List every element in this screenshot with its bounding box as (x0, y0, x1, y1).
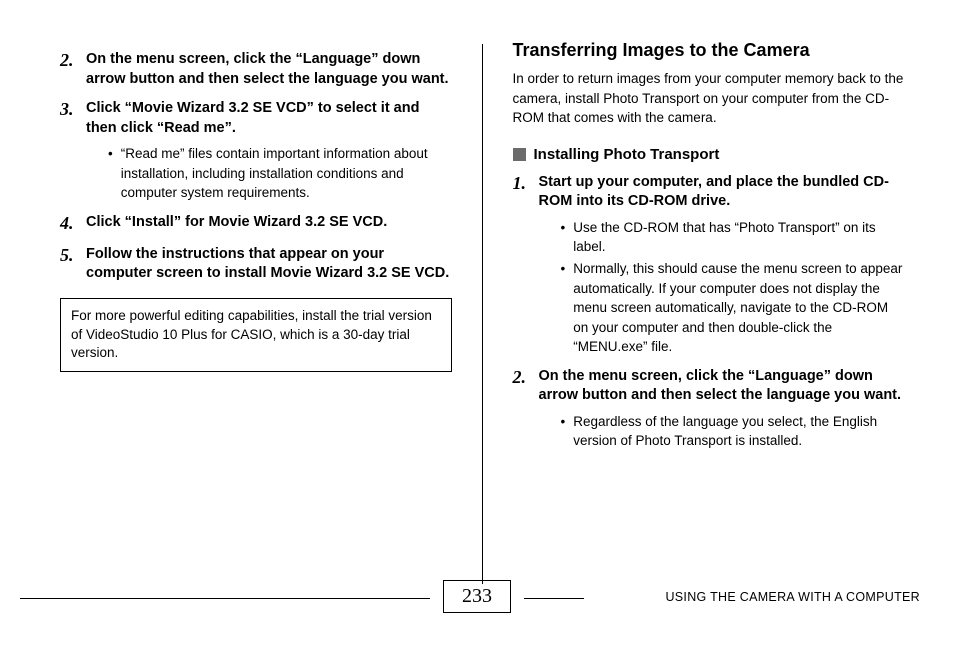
step-number: 3. (60, 99, 86, 138)
step-number: 2. (513, 367, 539, 406)
note-box: For more powerful editing capabilities, … (60, 298, 452, 373)
footer-section-label: USING THE CAMERA WITH A COMPUTER (665, 590, 920, 604)
step-item: 1. Start up your computer, and place the… (513, 173, 905, 212)
bullet-item: “Read me” files contain important inform… (108, 144, 452, 203)
bullet-list: Use the CD-ROM that has “Photo Transport… (561, 218, 905, 357)
step-number: 2. (60, 50, 86, 89)
step-item: 4. Click “Install” for Movie Wizard 3.2 … (60, 213, 452, 235)
step-text: Follow the instructions that appear on y… (86, 245, 452, 284)
page-footer: 233 USING THE CAMERA WITH A COMPUTER (0, 580, 954, 630)
bullet-text: Regardless of the language you select, t… (573, 412, 904, 451)
step-text: Click “Movie Wizard 3.2 SE VCD” to selec… (86, 99, 452, 138)
document-page: 2. On the menu screen, click the “Langua… (0, 0, 954, 646)
section-heading: Transferring Images to the Camera (513, 40, 905, 61)
intro-paragraph: In order to return images from your comp… (513, 69, 905, 128)
bullet-list: Regardless of the language you select, t… (561, 412, 905, 451)
step-text: On the menu screen, click the “Language”… (539, 367, 905, 406)
step-item: 5. Follow the instructions that appear o… (60, 245, 452, 284)
step-item: 2. On the menu screen, click the “Langua… (60, 50, 452, 89)
step-item: 3. Click “Movie Wizard 3.2 SE VCD” to se… (60, 99, 452, 138)
bullet-text: “Read me” files contain important inform… (121, 144, 452, 203)
step-number: 4. (60, 213, 86, 235)
subsection-heading: Installing Photo Transport (513, 146, 905, 163)
step-number: 1. (513, 173, 539, 212)
step-number: 5. (60, 245, 86, 284)
bullet-text: Use the CD-ROM that has “Photo Transport… (573, 218, 904, 257)
bullet-item: Use the CD-ROM that has “Photo Transport… (561, 218, 905, 257)
step-item: 2. On the menu screen, click the “Langua… (513, 367, 905, 406)
page-number: 233 (443, 580, 511, 613)
bullet-text: Normally, this should cause the menu scr… (573, 259, 904, 357)
bullet-item: Regardless of the language you select, t… (561, 412, 905, 451)
step-text: On the menu screen, click the “Language”… (86, 50, 452, 89)
left-column: 2. On the menu screen, click the “Langua… (60, 40, 482, 560)
footer-rule (20, 598, 430, 599)
subsection-title: Installing Photo Transport (534, 146, 720, 163)
step-text: Start up your computer, and place the bu… (539, 173, 905, 212)
content-columns: 2. On the menu screen, click the “Langua… (0, 0, 954, 560)
square-bullet-icon (513, 148, 526, 161)
step-text: Click “Install” for Movie Wizard 3.2 SE … (86, 213, 387, 235)
footer-rule (524, 598, 584, 599)
bullet-item: Normally, this should cause the menu scr… (561, 259, 905, 357)
bullet-list: “Read me” files contain important inform… (108, 144, 452, 203)
right-column: Transferring Images to the Camera In ord… (483, 40, 925, 560)
